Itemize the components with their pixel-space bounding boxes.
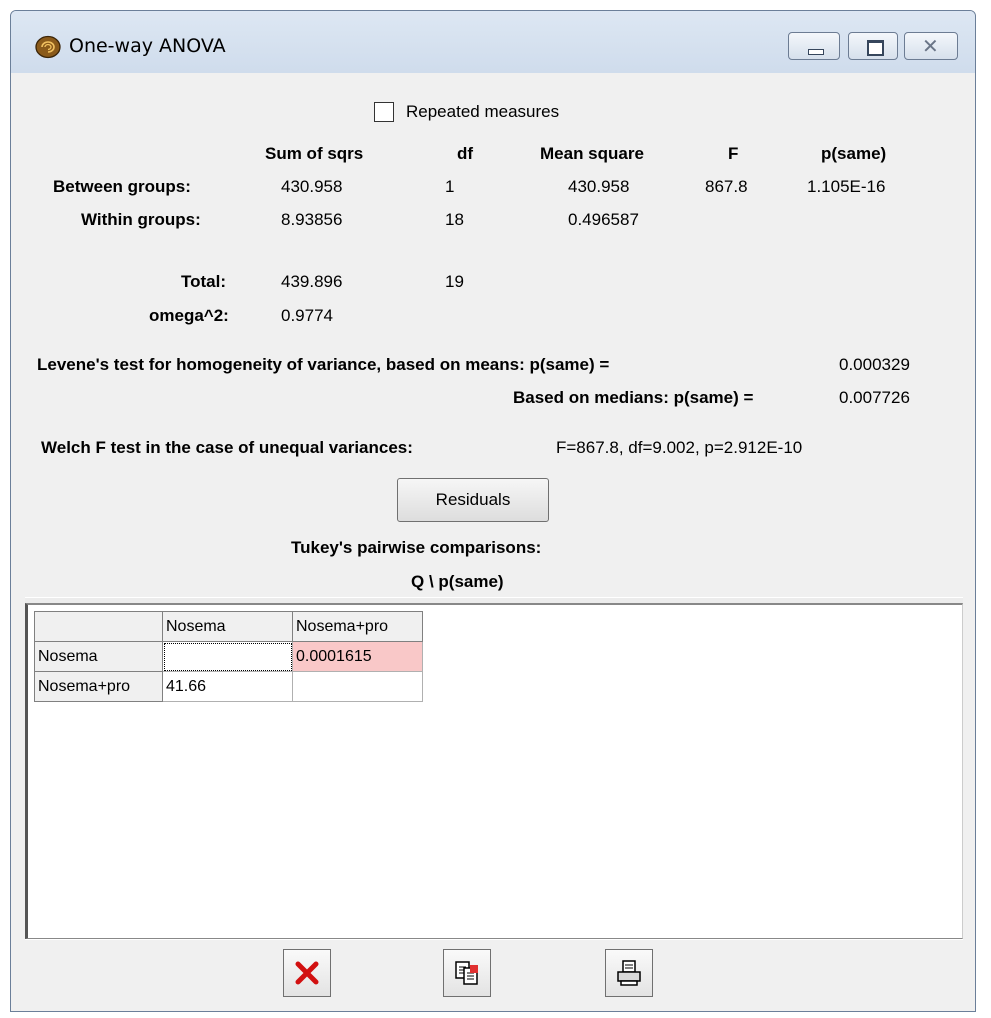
welch-label: Welch F test in the case of unequal vari… — [41, 438, 413, 457]
maximize-icon — [867, 40, 884, 56]
within-ss: 8.93856 — [281, 210, 343, 229]
within-ms: 0.496587 — [568, 210, 639, 229]
between-df: 1 — [445, 177, 455, 196]
grid-row-header[interactable]: Nosema+pro — [34, 671, 163, 702]
levene-means-value: 0.000329 — [839, 355, 910, 374]
total-label: Total: — [181, 272, 227, 291]
tukey-grid: Nosema Nosema+pro Nosema 0.0001615 Nosem… — [34, 611, 423, 702]
printer-icon — [617, 960, 641, 986]
anova-window: One-way ANOVA ✕ Repeated measures Sum of… — [10, 10, 976, 1012]
red-x-icon — [295, 961, 319, 985]
grid-header-row: Nosema Nosema+pro — [34, 611, 423, 642]
grid-corner-cell — [34, 611, 163, 642]
minimize-icon — [808, 49, 824, 55]
close-results-button[interactable] — [283, 949, 331, 997]
close-window-button[interactable]: ✕ — [904, 32, 958, 60]
grid-row: Nosema 0.0001615 — [34, 641, 423, 672]
close-icon: ✕ — [922, 34, 939, 58]
window-title: One-way ANOVA — [69, 35, 226, 57]
omega-label: omega^2: — [149, 306, 229, 325]
grid-cell-significant[interactable]: 0.0001615 — [292, 641, 423, 672]
header-mean-square: Mean square — [540, 144, 644, 163]
between-groups-label: Between groups: — [53, 177, 191, 196]
header-f: F — [728, 144, 739, 163]
residuals-button[interactable]: Residuals — [397, 478, 549, 522]
grid-col-header[interactable]: Nosema — [162, 611, 293, 642]
levene-medians-label: Based on medians: p(same) = — [513, 388, 754, 407]
print-button[interactable] — [605, 949, 653, 997]
between-ms: 430.958 — [568, 177, 630, 196]
omega-value: 0.9774 — [281, 306, 333, 325]
grid-cell[interactable] — [292, 671, 423, 702]
total-ss: 439.896 — [281, 272, 343, 291]
grid-col-header[interactable]: Nosema+pro — [292, 611, 423, 642]
header-df: df — [457, 144, 474, 163]
ammonite-app-icon — [35, 35, 61, 59]
within-groups-label: Within groups: — [81, 210, 201, 229]
tukey-title: Tukey's pairwise comparisons: — [291, 538, 542, 557]
grid-cell[interactable]: 41.66 — [162, 671, 293, 702]
copy-icon — [455, 961, 478, 985]
repeated-measures-checkbox[interactable] — [374, 102, 394, 122]
levene-medians-value: 0.007726 — [839, 388, 910, 407]
welch-value: F=867.8, df=9.002, p=2.912E-10 — [556, 438, 803, 457]
title-bar[interactable]: One-way ANOVA ✕ — [11, 11, 975, 73]
tukey-grid-panel: Nosema Nosema+pro Nosema 0.0001615 Nosem… — [25, 603, 963, 939]
tukey-subtitle: Q \ p(same) — [411, 572, 504, 591]
grid-cell[interactable] — [162, 641, 293, 672]
results-panel: Repeated measures Sum of sqrs df Mean sq… — [25, 73, 963, 613]
repeated-measures-label: Repeated measures — [406, 102, 560, 121]
within-df: 18 — [445, 210, 464, 229]
between-ss: 430.958 — [281, 177, 343, 196]
copy-button[interactable] — [443, 949, 491, 997]
between-f: 867.8 — [705, 177, 748, 196]
header-p-same: p(same) — [821, 144, 887, 163]
grid-row-header[interactable]: Nosema — [34, 641, 163, 672]
total-df: 19 — [445, 272, 464, 291]
between-p: 1.105E-16 — [807, 177, 886, 196]
header-sum-of-sqrs: Sum of sqrs — [265, 144, 364, 163]
grid-row: Nosema+pro 41.66 — [34, 671, 423, 702]
bottom-toolbar — [25, 939, 963, 1011]
minimize-button[interactable] — [788, 32, 840, 60]
levene-means-label: Levene's test for homogeneity of varianc… — [37, 355, 610, 374]
maximize-button[interactable] — [848, 32, 898, 60]
